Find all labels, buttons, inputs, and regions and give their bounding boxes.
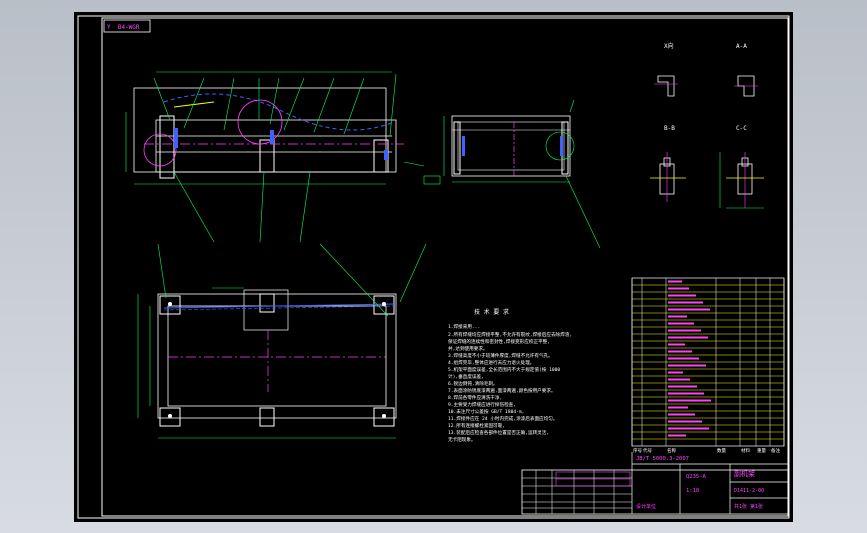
- bom-cell-mark: [668, 371, 683, 374]
- note-line: 9.主要受力焊缝应进行探伤检查,: [448, 401, 516, 408]
- bom-header-cell: 数量: [717, 447, 726, 454]
- note-line: 8.焊前各零件应清洗干净,: [448, 394, 502, 401]
- bom-cell-mark: [668, 392, 704, 395]
- standard-ref: JB/T 5000.3-2007: [636, 456, 689, 462]
- bom-header-cell: 备注: [771, 447, 780, 454]
- note-line: 保证焊缝的连续性和密封性,焊接变形应校正平整,: [448, 338, 550, 345]
- bom-header-cell: 材料: [741, 447, 750, 454]
- view-label-cc: C-C: [736, 125, 747, 132]
- bom-cell-mark: [668, 294, 696, 297]
- bom-cell-mark: [668, 378, 690, 381]
- bom-cell-mark: [668, 357, 699, 360]
- bom-cell-mark: [668, 420, 702, 423]
- note-line: 7.表面涂防锈底漆两遍,面漆两遍,颜色按用户要求。: [448, 387, 556, 394]
- bom-cell-mark: [668, 329, 701, 332]
- bom-cell-mark: [668, 280, 682, 283]
- bom-cell-mark: [668, 301, 703, 304]
- title-block: JB/T 5000.3-2007 Q235-A 1:10 副机架 D1411-2…: [521, 452, 789, 515]
- note-line: 并,达到使用要求。: [448, 345, 488, 352]
- bom-cell-mark: [668, 336, 708, 339]
- bom-cell-mark: [668, 287, 689, 290]
- notes-title: 技 术 要 求: [474, 308, 509, 316]
- note-line: 无卡阻现象。: [448, 436, 476, 443]
- bom-header-cell: 重量: [757, 447, 766, 454]
- bom-cell-mark: [668, 427, 709, 430]
- technical-notes: 技 术 要 求 1.焊接采用... 2.所有焊缝均应焊接平整,不允许有裂纹,焊接…: [448, 308, 572, 443]
- drawing-number: D1411-2-00: [734, 488, 764, 494]
- bom-cell-mark: [668, 406, 688, 409]
- note-line: 3.焊缝高度不小于较薄件厚度,焊缝不允许有气孔。: [448, 352, 553, 359]
- note-line: 4.组焊完毕,整体应进行去应力退火处理。: [448, 359, 534, 366]
- bom-header-cell: 序号: [633, 447, 642, 454]
- bom-cell-mark: [668, 343, 685, 346]
- bom-cell-mark: [668, 434, 686, 437]
- view-label-bb: B-B: [664, 125, 675, 132]
- bom-cell-mark: [668, 413, 695, 416]
- bom-header-cell: 代号: [643, 447, 652, 454]
- bom-cell-mark: [668, 322, 694, 325]
- bom-cell-mark: [668, 315, 687, 318]
- plan-view: [137, 243, 427, 439]
- note-line: 1.焊接采用...: [448, 323, 480, 330]
- stamp-text: Y B4-WGR: [107, 24, 150, 31]
- company-name: 设计单位: [636, 503, 656, 510]
- note-line: 13.装配后应检查各部件位置是否正确,运转灵活,: [448, 429, 549, 436]
- bom-cell-mark: [668, 385, 697, 388]
- detail-views: X向 A-A B-B C-C: [650, 42, 764, 209]
- drawing-sheet: Y B4-WGR X向 A-A B-B C-C 技 术 要 求 1.焊接采用..…: [74, 12, 793, 522]
- note-line: 12.所有连接螺栓紧固可靠,: [448, 422, 505, 429]
- bom-cell-mark: [668, 364, 706, 367]
- note-line: 2.所有焊缝均应焊接平整,不允许有裂纹,焊接后应去除焊渣,: [448, 331, 572, 338]
- note-line: 5.机架平面度误差,全长范围内不大于规定值(按 1000: [448, 366, 560, 373]
- scale-label: 1:10: [686, 488, 699, 494]
- note-line: 10.未注尺寸公差按 GB/T 1804-m,: [448, 408, 524, 415]
- side-view: [423, 99, 601, 249]
- note-line: 6.锐边倒钝,清除毛刺。: [448, 380, 498, 387]
- drawing-name: 副机架: [734, 469, 755, 478]
- sheet-count: 共1张 第1张: [734, 503, 763, 510]
- view-label-aa: A-A: [736, 43, 747, 50]
- outer-border: [77, 15, 790, 519]
- view-label-x: X向: [664, 42, 674, 50]
- note-line: 计),垂直度误差,: [448, 373, 484, 380]
- bom-cell-mark: [668, 399, 711, 402]
- bom-header-cell: 名称: [667, 447, 676, 454]
- cad-viewport[interactable]: Y B4-WGR X向 A-A B-B C-C 技 术 要 求 1.焊接采用..…: [0, 0, 867, 533]
- bill-of-materials: 序号 代号 名称 数量 材料 重量 备注: [631, 277, 785, 454]
- bom-cell-mark: [668, 308, 710, 311]
- cad-drawing: Y B4-WGR X向 A-A B-B C-C 技 术 要 求 1.焊接采用..…: [77, 15, 790, 519]
- bom-cell-mark: [668, 350, 692, 353]
- material-label: Q235-A: [686, 474, 707, 480]
- note-line: 11.焊接件应在 24 小时内完成,涂漆后表面应均匀。: [448, 415, 557, 422]
- front-view: [125, 71, 425, 243]
- inner-border: [101, 17, 789, 517]
